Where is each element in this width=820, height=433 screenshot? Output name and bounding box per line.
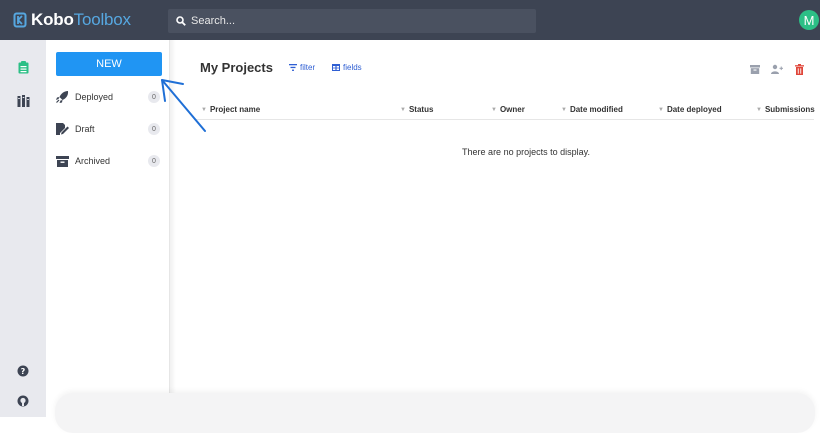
library-icon[interactable] [16, 94, 30, 108]
search-box[interactable] [168, 9, 536, 33]
rocket-icon [56, 91, 69, 103]
kobotoolbox-logo[interactable]: Kobo Toolbox [0, 0, 163, 40]
archive-icon [56, 155, 69, 167]
projects-sidebar: NEW Deployed 0 Draft 0 Archived 0 [46, 40, 170, 417]
column-status[interactable]: ▼ Status [400, 105, 433, 114]
fields-icon [332, 64, 340, 71]
page-title: My Projects [200, 60, 273, 75]
sidebar-item-archived[interactable]: Archived 0 [56, 153, 162, 169]
deployed-count-badge: 0 [148, 91, 160, 103]
pencil-icon [56, 123, 69, 135]
projects-table-header: ▼ Project name ▼ Status ▼ Owner ▼ Date modif… [194, 100, 815, 120]
sidebar-item-label: Archived [75, 156, 111, 166]
empty-state-message: There are no projects to display. [462, 147, 590, 157]
github-icon[interactable] [16, 394, 30, 408]
filter-button[interactable]: filter [289, 63, 315, 72]
top-bar: KoboToolbox M [0, 0, 820, 40]
filter-icon [289, 64, 297, 71]
sidebar-item-label: Deployed [75, 92, 114, 102]
sidebar-item-label: Draft [75, 124, 95, 134]
projects-icon[interactable] [16, 60, 30, 74]
fields-label: fields [343, 63, 362, 72]
main-content: My Projects filter fields ▼ Project name… [176, 40, 820, 417]
search-icon [176, 16, 186, 26]
column-date-deployed[interactable]: ▼ Date deployed [658, 105, 722, 114]
column-submissions[interactable]: ▼ Submissions [756, 105, 815, 114]
sidebar-item-draft[interactable]: Draft 0 [56, 121, 162, 137]
svg-text:?: ? [21, 367, 26, 376]
column-date-modified[interactable]: ▼ Date modified [561, 105, 623, 114]
help-icon[interactable]: ? [16, 364, 30, 378]
fields-button[interactable]: fields [332, 63, 362, 72]
share-user-icon[interactable] [770, 62, 784, 76]
column-owner[interactable]: ▼ Owner [491, 105, 525, 114]
search-input[interactable] [191, 15, 521, 27]
bottom-panel [55, 393, 815, 433]
left-icon-rail: ? [0, 40, 46, 417]
logo-text-bold: Kobo [31, 10, 74, 29]
new-project-button[interactable]: NEW [56, 52, 162, 76]
sidebar-item-deployed[interactable]: Deployed 0 [56, 89, 162, 105]
user-avatar[interactable]: M [799, 10, 819, 30]
trash-icon[interactable] [792, 62, 806, 76]
archive-selected-icon[interactable] [748, 62, 762, 76]
archived-count-badge: 0 [148, 155, 160, 167]
filter-label: filter [300, 63, 316, 72]
kobo-logo-icon [13, 12, 27, 28]
draft-count-badge: 0 [148, 123, 160, 135]
logo-text-light: Toolbox [73, 10, 131, 29]
column-project-name[interactable]: ▼ Project name [201, 105, 260, 114]
